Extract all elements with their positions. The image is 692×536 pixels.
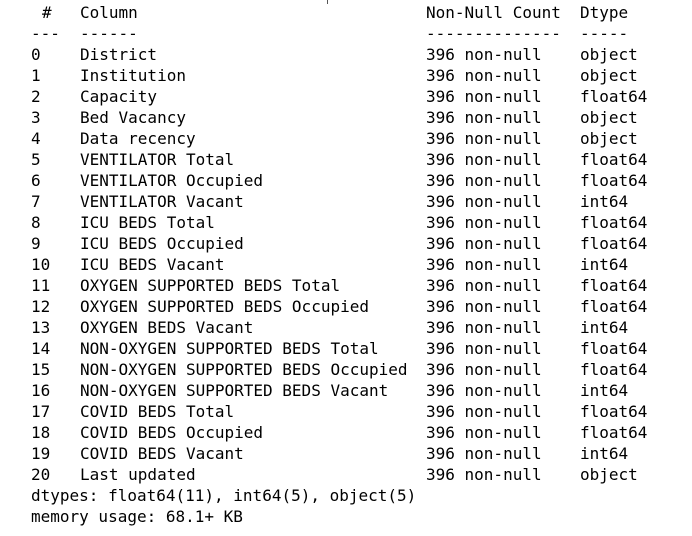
row-index: 8	[31, 213, 41, 232]
row-index: 7	[31, 192, 41, 211]
header-row: # Column Non-Null Count Dtype	[0, 2, 628, 23]
row-index: 0	[31, 45, 41, 64]
row-column-name: Last updated	[80, 465, 196, 484]
row-column-name: COVID BEDS Occupied	[80, 423, 264, 442]
row-dtype: int64	[580, 192, 629, 211]
row-non-null-count: 396 non-null	[426, 150, 542, 169]
row-dtype: float64	[580, 297, 648, 316]
row-non-null-count: 396 non-null	[426, 339, 542, 358]
row-non-null-count: 396 non-null	[426, 234, 542, 253]
row-non-null-count: 396 non-null	[426, 402, 542, 421]
row-dtype: float64	[580, 87, 648, 106]
header-dtype: Dtype	[580, 3, 629, 22]
header-column: Column	[80, 3, 138, 22]
row-column-name: NON-OXYGEN SUPPORTED BEDS Total	[80, 339, 379, 358]
row-dtype: float64	[580, 360, 648, 379]
row-dtype: int64	[580, 381, 629, 400]
row-index: 12	[31, 297, 51, 316]
row-non-null-count: 396 non-null	[426, 381, 542, 400]
row-dtype: float64	[580, 213, 648, 232]
header-count: Non-Null Count	[426, 3, 561, 22]
row-non-null-count: 396 non-null	[426, 360, 542, 379]
row-index: 17	[31, 402, 51, 421]
row-column-name: Capacity	[80, 87, 158, 106]
row-dtype: object	[580, 108, 638, 127]
row-dtype: object	[580, 465, 638, 484]
row-dtype: float64	[580, 234, 648, 253]
row-dtype: float64	[580, 423, 648, 442]
row-index: 2	[31, 87, 41, 106]
row-dtype: int64	[580, 318, 629, 337]
row-dtype: float64	[580, 402, 648, 421]
cursor-tick-mark	[327, 0, 328, 4]
row-dtype: float64	[580, 276, 648, 295]
row-dtype: object	[580, 45, 638, 64]
row-non-null-count: 396 non-null	[426, 129, 542, 148]
dtypes-summary: dtypes: float64(11), int64(5), object(5)	[31, 486, 417, 505]
row-index: 5	[31, 150, 41, 169]
row-column-name: VENTILATOR Total	[80, 150, 235, 169]
dataframe-info-output: # Column Non-Null Count Dtype --- ------…	[0, 0, 692, 536]
row-index: 19	[31, 444, 51, 463]
row-column-name: VENTILATOR Vacant	[80, 192, 244, 211]
row-non-null-count: 396 non-null	[426, 423, 542, 442]
separator-hash: ---	[31, 24, 60, 43]
row-dtype: object	[580, 66, 638, 85]
row-column-name: OXYGEN BEDS Vacant	[80, 318, 254, 337]
row-column-name: VENTILATOR Occupied	[80, 171, 264, 190]
row-non-null-count: 396 non-null	[426, 255, 542, 274]
row-index: 20	[31, 465, 51, 484]
row-column-name: NON-OXYGEN SUPPORTED BEDS Vacant	[80, 381, 389, 400]
row-index: 13	[31, 318, 51, 337]
memory-usage: memory usage: 68.1+ KB	[31, 507, 243, 526]
header-hash: #	[42, 3, 52, 22]
row-column-name: District	[80, 45, 158, 64]
row-dtype: int64	[580, 255, 629, 274]
row-column-name: OXYGEN SUPPORTED BEDS Total	[80, 276, 341, 295]
row-index: 1	[31, 66, 41, 85]
row-index: 10	[31, 255, 51, 274]
row-index: 6	[31, 171, 41, 190]
row-column-name: OXYGEN SUPPORTED BEDS Occupied	[80, 297, 369, 316]
row-non-null-count: 396 non-null	[426, 108, 542, 127]
row-dtype: object	[580, 129, 638, 148]
row-column-name: Institution	[80, 66, 186, 85]
row-index: 11	[31, 276, 51, 295]
row-non-null-count: 396 non-null	[426, 318, 542, 337]
row-non-null-count: 396 non-null	[426, 192, 542, 211]
separator-column: ------	[80, 24, 138, 43]
row-non-null-count: 396 non-null	[426, 297, 542, 316]
row-column-name: COVID BEDS Vacant	[80, 444, 244, 463]
separator-dtype: -----	[580, 24, 629, 43]
row-index: 16	[31, 381, 51, 400]
row-dtype: int64	[580, 444, 629, 463]
row-non-null-count: 396 non-null	[426, 171, 542, 190]
row-non-null-count: 396 non-null	[426, 444, 542, 463]
row-column-name: Data recency	[80, 129, 196, 148]
row-non-null-count: 396 non-null	[426, 465, 542, 484]
row-index: 4	[31, 129, 41, 148]
row-dtype: float64	[580, 150, 648, 169]
row-column-name: Bed Vacancy	[80, 108, 186, 127]
row-index: 15	[31, 360, 51, 379]
separator-row: --- ------ -------------- -----	[0, 23, 628, 44]
row-index: 18	[31, 423, 51, 442]
row-non-null-count: 396 non-null	[426, 45, 542, 64]
row-non-null-count: 396 non-null	[426, 87, 542, 106]
row-column-name: ICU BEDS Occupied	[80, 234, 244, 253]
row-column-name: ICU BEDS Vacant	[80, 255, 225, 274]
row-non-null-count: 396 non-null	[426, 213, 542, 232]
row-index: 14	[31, 339, 51, 358]
row-non-null-count: 396 non-null	[426, 276, 542, 295]
separator-count: --------------	[426, 24, 561, 43]
row-non-null-count: 396 non-null	[426, 66, 542, 85]
row-column-name: NON-OXYGEN SUPPORTED BEDS Occupied	[80, 360, 408, 379]
row-index: 3	[31, 108, 41, 127]
row-dtype: float64	[580, 339, 648, 358]
row-index: 9	[31, 234, 41, 253]
row-column-name: ICU BEDS Total	[80, 213, 215, 232]
row-column-name: COVID BEDS Total	[80, 402, 235, 421]
row-dtype: float64	[580, 171, 648, 190]
